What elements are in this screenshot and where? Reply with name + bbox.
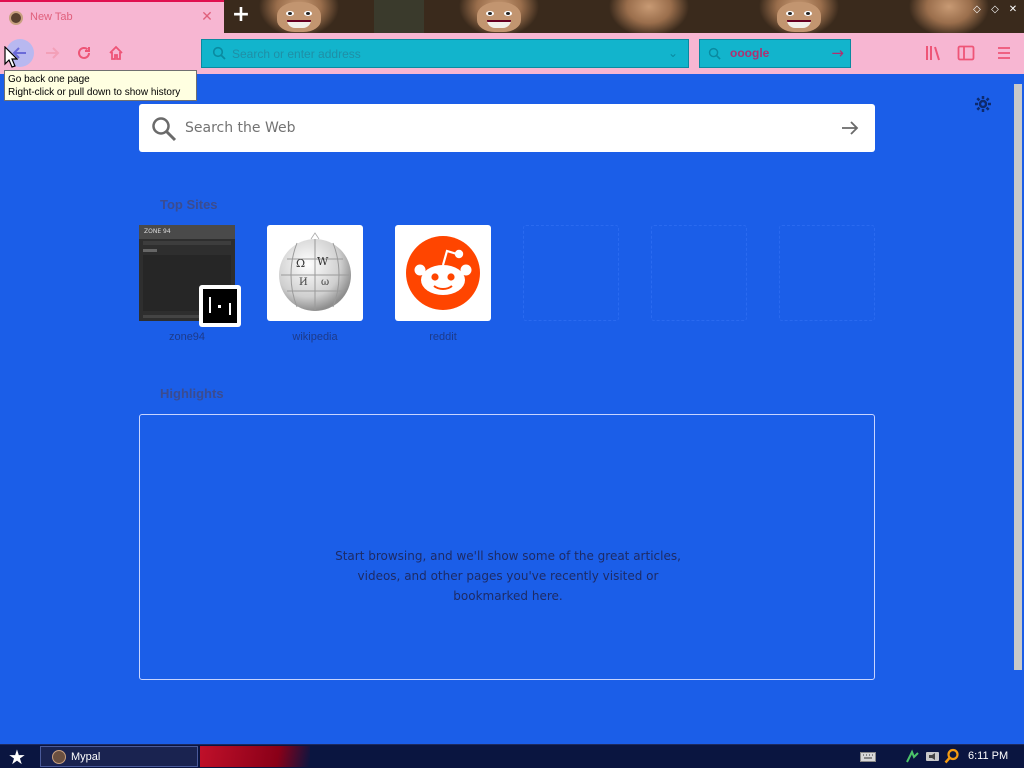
url-input[interactable] — [232, 40, 652, 67]
search-icon — [708, 47, 721, 60]
tab-close-icon[interactable]: ✕ — [199, 8, 215, 26]
reload-button[interactable] — [70, 39, 98, 67]
tab-strip: New Tab ✕ + ◇ ◇ ✕ — [0, 0, 1024, 33]
taskbar-item-label: Mypal — [71, 751, 101, 763]
start-button[interactable]: ★ — [4, 746, 30, 768]
menu-icon[interactable] — [994, 43, 1014, 63]
taskbar-item-mypal[interactable]: Mypal — [40, 746, 198, 767]
web-search-input[interactable] — [185, 104, 825, 152]
home-button[interactable] — [102, 39, 130, 67]
web-search-box[interactable] — [139, 104, 875, 152]
highlights-empty-message: Start browsing, and we'll show some of t… — [335, 549, 681, 603]
top-site-tile-zone94[interactable]: ZONE 94 — [139, 225, 241, 327]
back-button-tooltip: Go back one page Right-click or pull dow… — [4, 70, 197, 101]
clock: 6:11 PM — [968, 750, 1009, 762]
top-site-tile-wikipedia[interactable]: Ω W И ω — [267, 225, 363, 321]
tab-title: New Tab — [30, 11, 73, 23]
theme-background-image — [724, 0, 874, 33]
mypal-app-icon — [52, 750, 66, 764]
top-site-label: zone94 — [168, 331, 206, 343]
top-site-empty-slot — [779, 225, 875, 321]
highlights-heading: Highlights — [160, 386, 224, 401]
new-tab-page: Top Sites ZONE 94 zone94 — [0, 74, 1024, 744]
minimize-icon[interactable]: ◇ — [970, 3, 984, 17]
close-window-icon[interactable]: ✕ — [1006, 3, 1020, 17]
svg-text:W: W — [317, 255, 329, 268]
forward-button[interactable] — [38, 39, 66, 67]
reddit-alien-icon — [406, 236, 480, 310]
search-icon — [212, 46, 226, 60]
search-icon — [152, 117, 177, 142]
top-site-empty-slot — [651, 225, 747, 321]
top-site-label: reddit — [429, 331, 457, 343]
top-site-tile-reddit[interactable] — [395, 225, 491, 321]
top-site-empty-slot — [523, 225, 619, 321]
tab-new-tab[interactable]: New Tab ✕ — [0, 0, 224, 33]
network-icon[interactable] — [905, 749, 920, 764]
maximize-icon[interactable]: ◇ — [988, 3, 1002, 17]
keyboard-icon[interactable] — [860, 751, 876, 763]
reload-icon — [78, 46, 90, 59]
theme-background-image — [424, 0, 574, 33]
wikipedia-globe-icon: Ω W И ω — [279, 232, 351, 311]
tooltip-line-1: Go back one page — [8, 74, 90, 85]
tooltip-line-2: Right-click or pull down to show history — [8, 87, 181, 98]
top-sites-heading: Top Sites — [160, 197, 218, 212]
taskbar: ★ Mypal 6:11 PM — [0, 744, 1024, 768]
search-bar-text[interactable]: ooogle — [730, 46, 769, 60]
arrow-right-icon[interactable]: → — [831, 44, 844, 62]
svg-text:ω: ω — [321, 277, 329, 288]
scrollbar[interactable] — [1014, 84, 1022, 670]
tab-favicon-icon — [9, 11, 23, 25]
search-icon[interactable] — [944, 748, 960, 764]
volume-icon[interactable] — [925, 749, 940, 764]
sidebar-icon[interactable] — [956, 43, 976, 63]
gear-icon[interactable] — [974, 95, 992, 113]
navigation-toolbar: ⌄ ooogle → — [0, 33, 1024, 74]
search-bar[interactable]: ooogle → — [699, 39, 851, 68]
svg-text:ZONE 94: ZONE 94 — [144, 228, 171, 235]
new-tab-button[interactable]: + — [230, 4, 252, 27]
url-bar[interactable]: ⌄ — [201, 39, 689, 68]
theme-background-image — [574, 0, 724, 33]
library-icon[interactable] — [924, 43, 944, 63]
svg-text:И: И — [299, 277, 308, 288]
top-site-label: wikipedia — [292, 331, 338, 343]
highlights-empty-panel: Start browsing, and we'll show some of t… — [139, 414, 875, 680]
zone94-favicon-icon — [199, 285, 241, 327]
taskbar-decoration — [200, 746, 310, 767]
home-icon — [109, 45, 123, 60]
chevron-down-icon[interactable]: ⌄ — [666, 46, 680, 60]
arrow-right-icon[interactable] — [839, 117, 861, 139]
forward-icon — [46, 47, 60, 59]
svg-text:Ω: Ω — [296, 257, 305, 270]
mouse-cursor-icon — [4, 46, 18, 68]
